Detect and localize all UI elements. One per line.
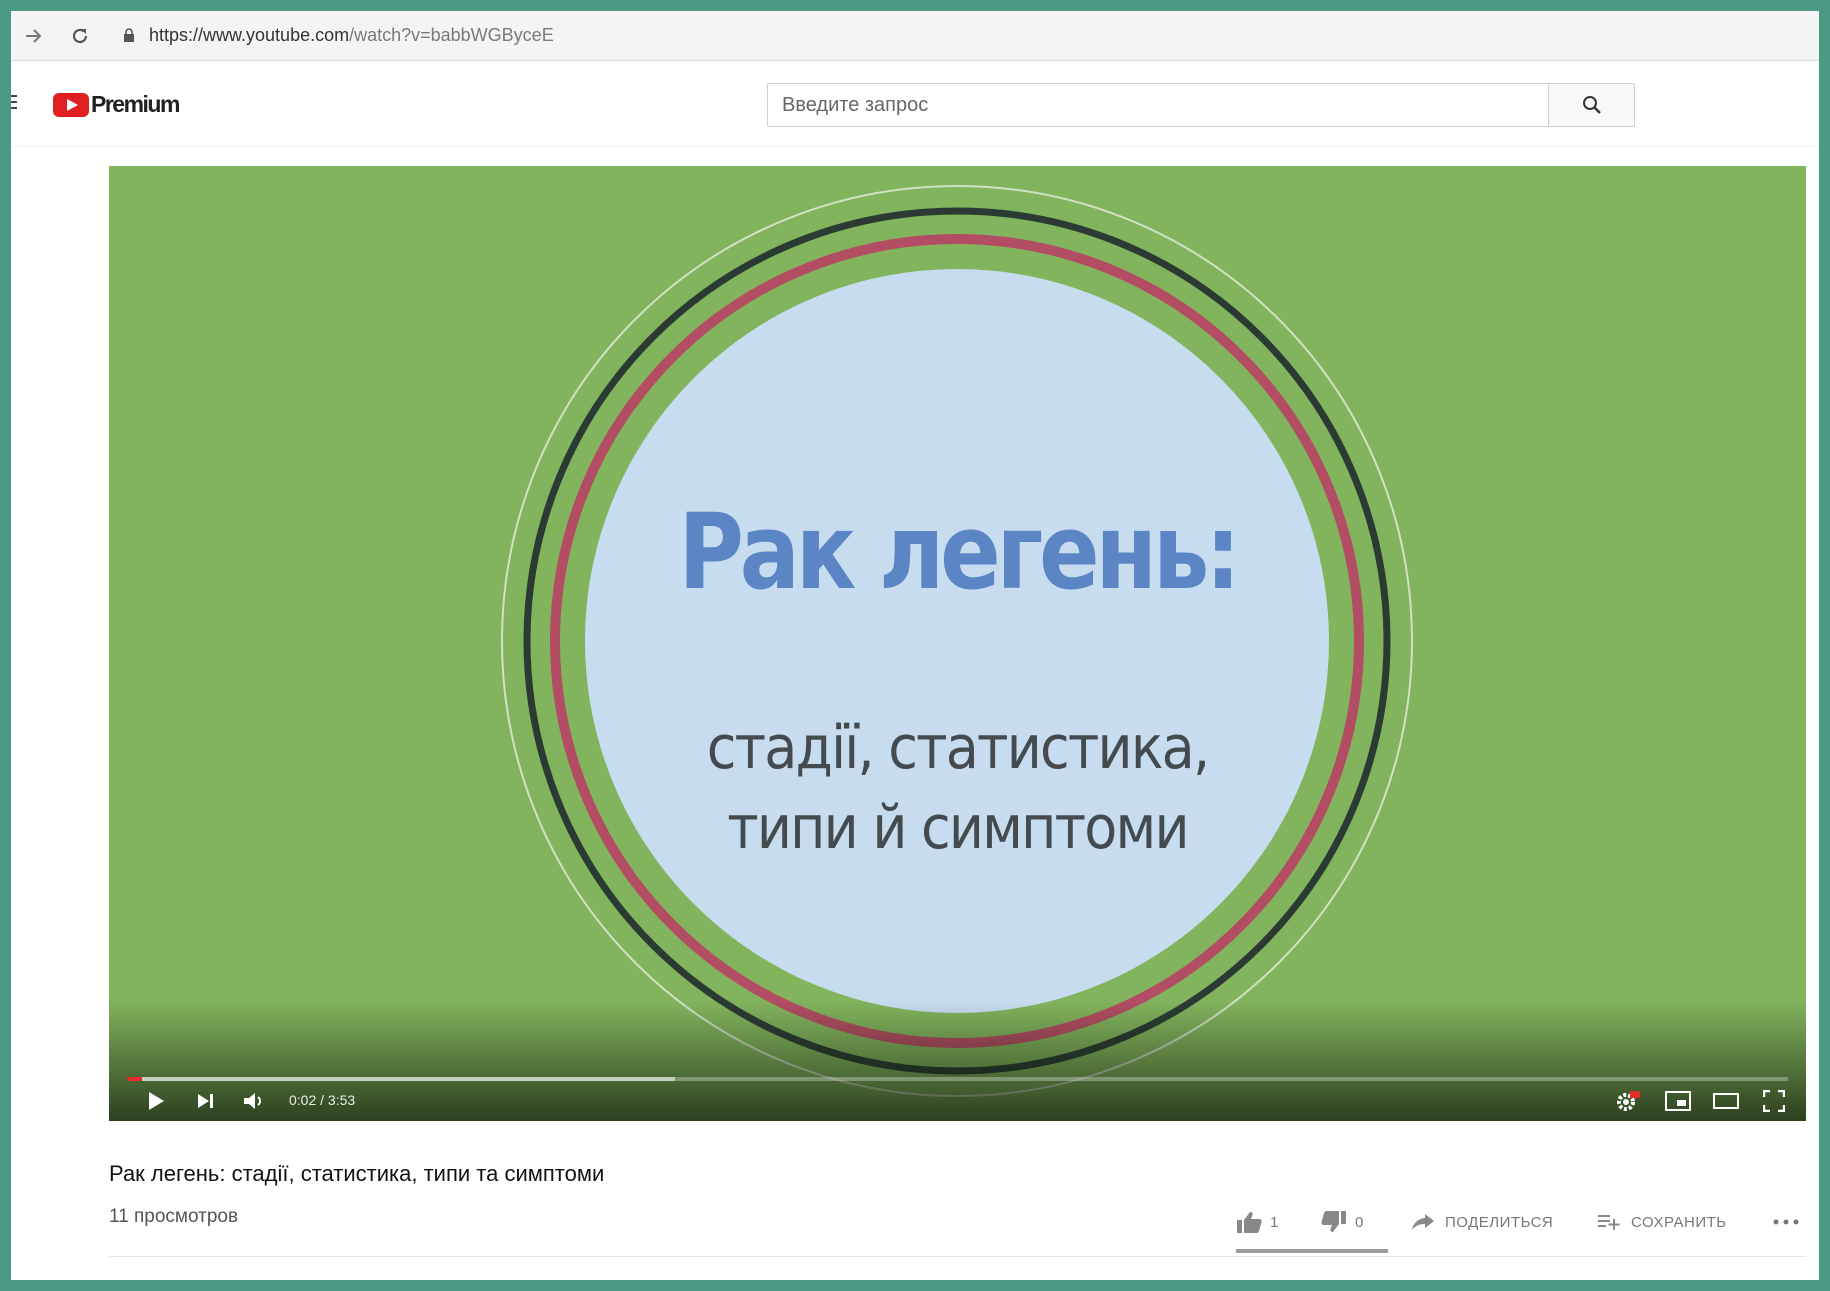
time-display: 0:02 / 3:53 — [289, 1092, 356, 1108]
theater-icon — [1713, 1093, 1739, 1109]
play-icon — [149, 1092, 164, 1110]
menu-icon[interactable] — [11, 95, 19, 111]
like-count: 1 — [1270, 1213, 1279, 1231]
search-button[interactable] — [1548, 84, 1634, 126]
url-path: /watch?v=babbWGBycеE — [349, 25, 554, 45]
more-icon — [1773, 1219, 1799, 1225]
video-frame-subtitle-2: типи й симптоми — [727, 793, 1189, 863]
forward-button[interactable] — [21, 23, 47, 49]
volume-button[interactable] — [237, 1086, 271, 1116]
thumbs-down-icon — [1321, 1211, 1346, 1232]
reload-icon — [72, 28, 88, 43]
progress-bar[interactable] — [127, 1077, 1788, 1081]
progress-played — [127, 1077, 142, 1081]
settings-icon — [1617, 1091, 1640, 1111]
sentiment-bar — [1236, 1249, 1388, 1253]
thumbs-up-icon — [1237, 1212, 1262, 1233]
share-button[interactable]: ПОДЕЛИТЬСЯ — [1411, 1206, 1553, 1238]
miniplayer-icon — [1665, 1091, 1691, 1111]
dislike-count: 0 — [1355, 1213, 1364, 1231]
view-count: 11 просмотров — [109, 1206, 239, 1227]
window-frame: https://www.youtube.com/watch?v=babbWGBy… — [0, 0, 1830, 1291]
forward-icon — [26, 28, 42, 43]
fullscreen-button[interactable] — [1757, 1086, 1791, 1116]
youtube-logo-icon — [53, 92, 89, 117]
video-title: Рак легень: стадії, статистика, типи та … — [109, 1161, 605, 1186]
url-host: https://www.youtube.com — [149, 25, 350, 45]
url-field[interactable]: https://www.youtube.com/watch?v=babbWGBy… — [123, 25, 554, 46]
miniplayer-button[interactable] — [1661, 1086, 1695, 1116]
play-button[interactable] — [139, 1086, 173, 1116]
theater-button[interactable] — [1709, 1086, 1743, 1116]
info-divider — [109, 1256, 1806, 1257]
lock-icon — [124, 28, 134, 42]
next-button[interactable] — [189, 1086, 223, 1116]
youtube-logo[interactable]: Premium — [53, 91, 180, 118]
progress-buffered — [127, 1077, 676, 1081]
fullscreen-icon — [1763, 1090, 1785, 1112]
next-icon — [198, 1094, 213, 1108]
search-box — [767, 83, 1635, 127]
save-label: СОХРАНИТЬ — [1631, 1213, 1727, 1231]
volume-icon — [244, 1093, 261, 1109]
settings-button[interactable] — [1611, 1086, 1645, 1116]
share-icon — [1412, 1214, 1434, 1230]
save-button[interactable]: СОХРАНИТЬ — [1597, 1206, 1727, 1238]
reload-button[interactable] — [67, 23, 93, 49]
youtube-header: Premium — [11, 61, 1819, 147]
search-input[interactable] — [768, 84, 1548, 126]
video-player[interactable]: Рак легень: стадії, статистика, типи й с… — [109, 166, 1806, 1121]
like-button[interactable]: 1 — [1236, 1206, 1278, 1238]
playlist-add-icon — [1598, 1215, 1620, 1230]
browser-address-bar: https://www.youtube.com/watch?v=babbWGBy… — [11, 11, 1819, 61]
controls-overlay — [109, 1001, 1806, 1121]
video-frame-subtitle-1: стадії, статистика, — [706, 713, 1210, 783]
logo-text: Premium — [91, 91, 180, 117]
dislike-button[interactable]: 0 — [1321, 1206, 1363, 1238]
title-card-circle — [501, 185, 1413, 1097]
video-frame-title: Рак легень: — [678, 491, 1240, 613]
share-label: ПОДЕЛИТЬСЯ — [1445, 1213, 1554, 1231]
search-icon — [1582, 96, 1601, 114]
more-button[interactable] — [1773, 1206, 1799, 1238]
